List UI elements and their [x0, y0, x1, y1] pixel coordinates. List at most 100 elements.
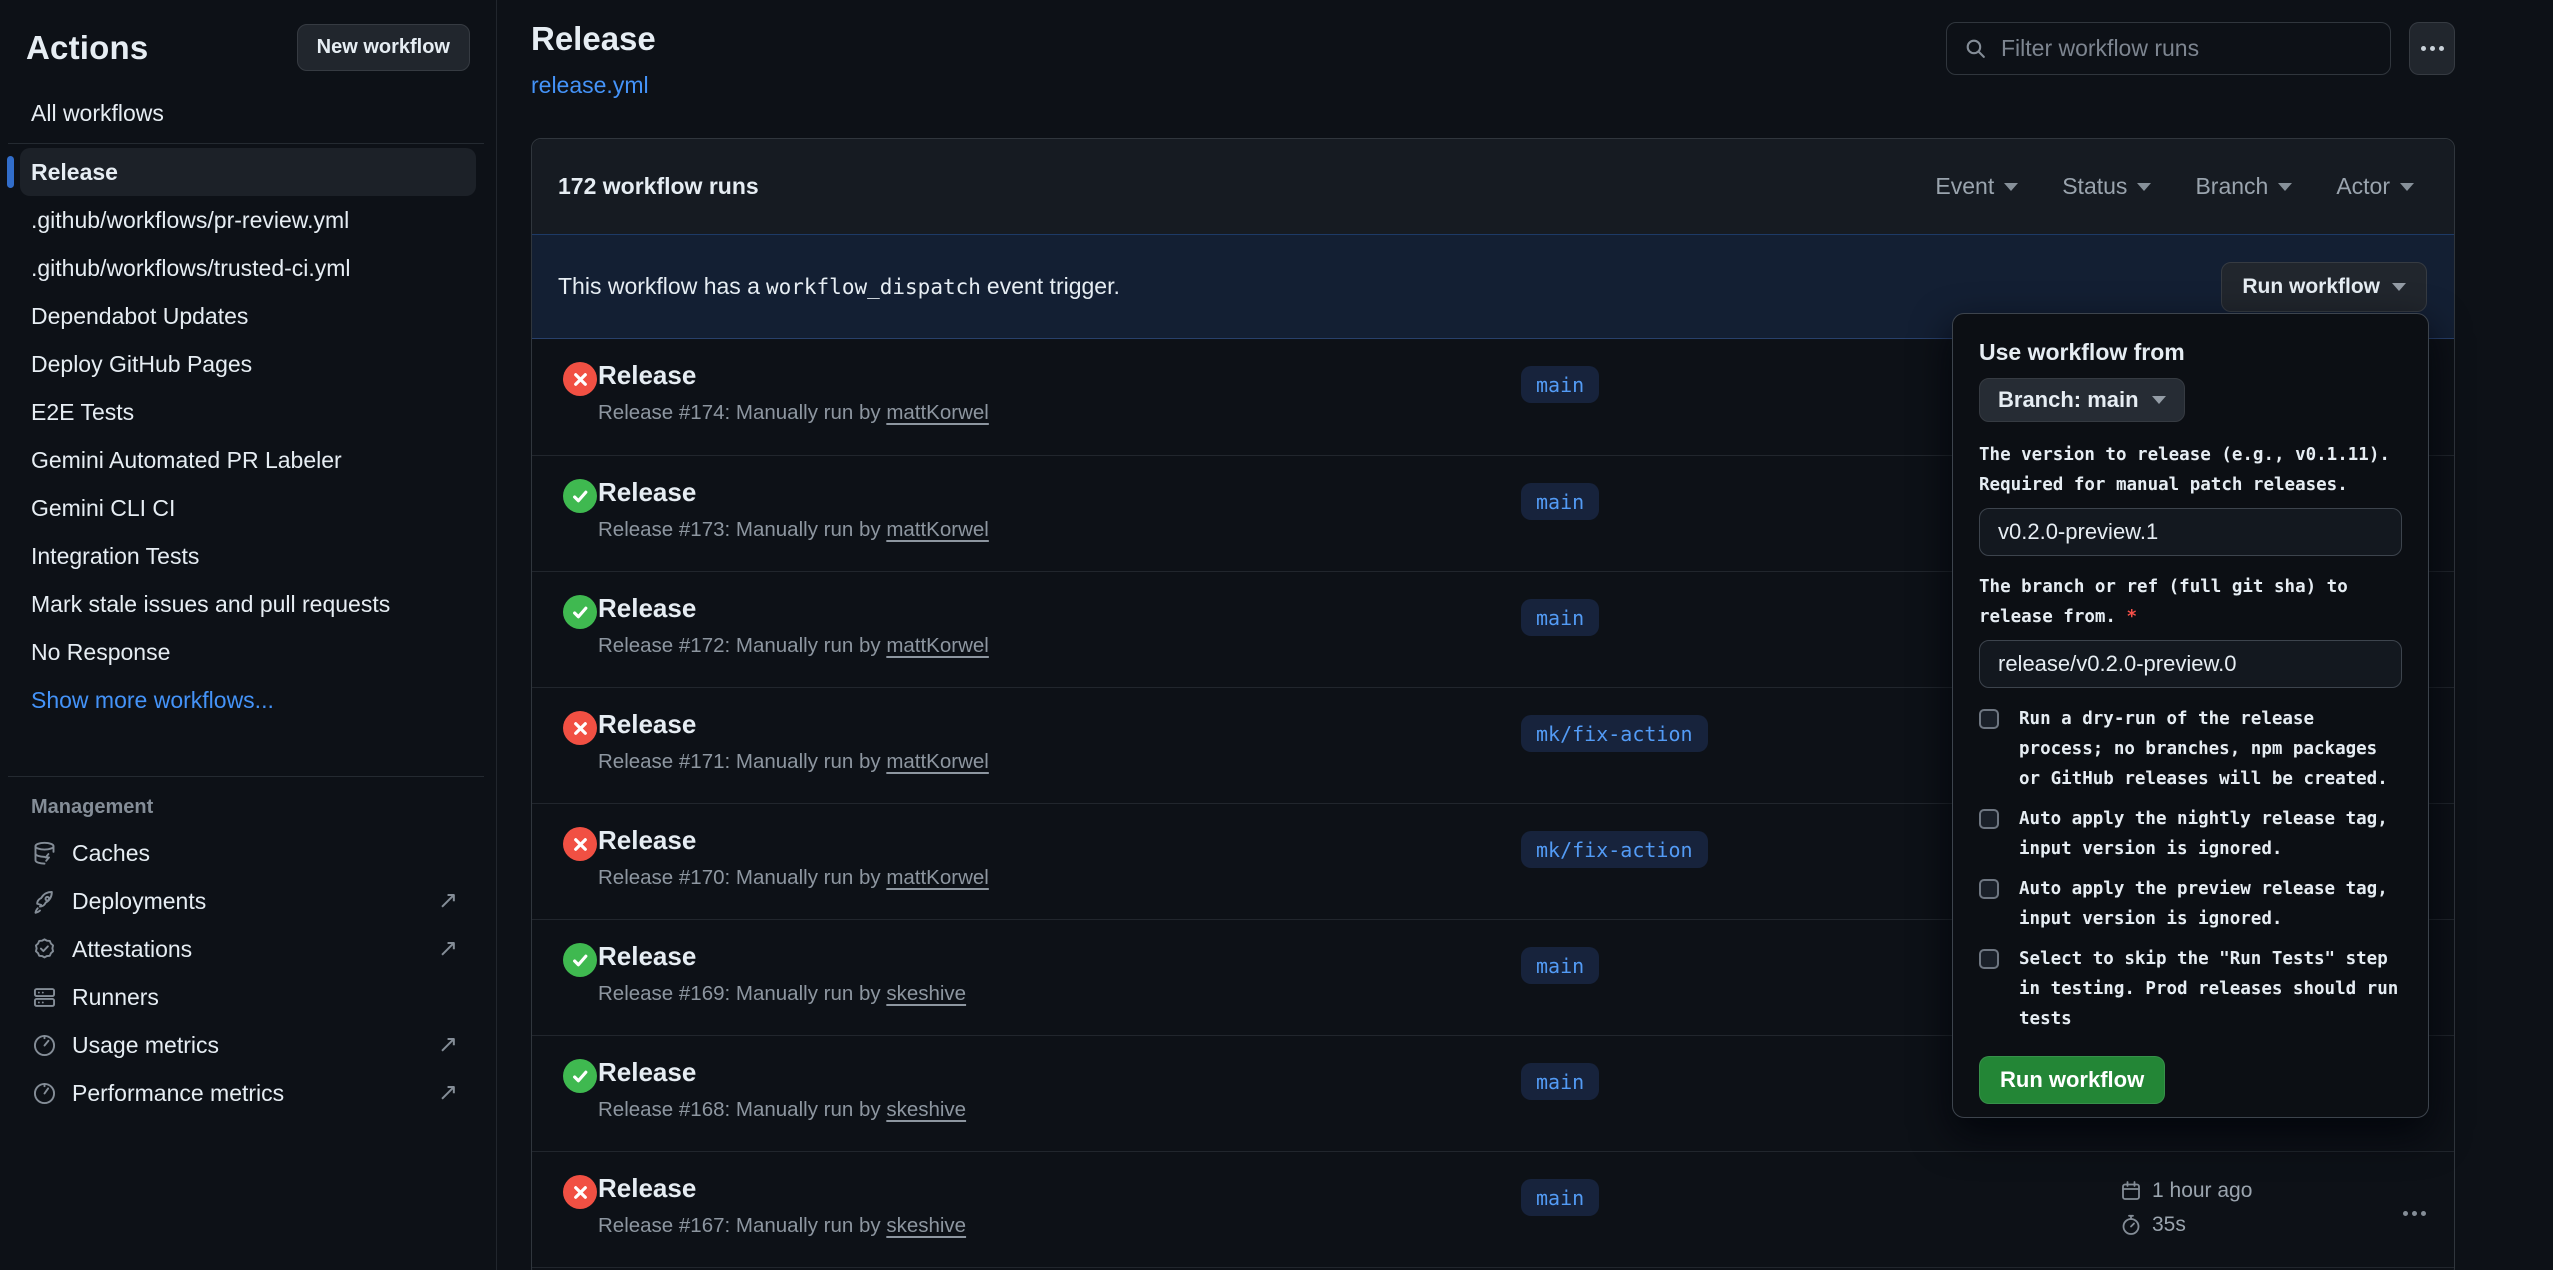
actor-link[interactable]: mattKorwel	[886, 401, 989, 424]
chevron-down-icon	[2137, 183, 2151, 191]
status-failure-icon	[563, 827, 597, 861]
branch-badge[interactable]: main	[1521, 1179, 1599, 1216]
sidebar-item-performance-metrics[interactable]: Performance metrics ↗	[0, 1069, 496, 1117]
dry-run-checkbox[interactable]	[1979, 709, 1999, 729]
run-title-link[interactable]: Release	[598, 709, 696, 740]
filter-workflow-runs-input[interactable]	[2001, 35, 2374, 62]
branch-badge[interactable]: main	[1521, 947, 1599, 984]
status-success-icon	[563, 479, 597, 513]
actor-filter-dropdown[interactable]: Actor	[2336, 173, 2414, 200]
actor-link[interactable]: skeshive	[886, 1098, 966, 1121]
sidebar-item-deployments[interactable]: Deployments ↗	[0, 877, 496, 925]
sidebar-item-label: Caches	[72, 840, 150, 867]
actor-link[interactable]: skeshive	[886, 1214, 966, 1237]
run-subtitle: Release #174: Manually run by mattKorwel	[598, 401, 989, 425]
checkbox-label: Auto apply the preview release tag, inpu…	[2019, 874, 2402, 934]
sidebar-item-attestations[interactable]: Attestations ↗	[0, 925, 496, 973]
status-success-icon	[563, 943, 597, 977]
version-input[interactable]	[1979, 508, 2402, 556]
sidebar-item-label: Usage metrics	[72, 1032, 219, 1059]
actor-link[interactable]: mattKorwel	[886, 750, 989, 773]
event-filter-dropdown[interactable]: Event	[1935, 173, 2018, 200]
run-workflow-submit-button[interactable]: Run workflow	[1979, 1056, 2165, 1104]
run-subtitle: Release #168: Manually run by skeshive	[598, 1098, 966, 1122]
sidebar-item-workflow[interactable]: Dependabot Updates	[0, 292, 496, 340]
sidebar-item-workflow[interactable]: Gemini CLI CI	[0, 484, 496, 532]
sidebar-divider	[8, 776, 484, 777]
branch-badge[interactable]: mk/fix-action	[1521, 831, 1708, 868]
run-title-link[interactable]: Release	[598, 1173, 696, 1204]
chevron-down-icon	[2152, 396, 2166, 404]
branch-badge[interactable]: main	[1521, 1063, 1599, 1100]
run-workflow-dropdown-button[interactable]: Run workflow	[2221, 262, 2427, 312]
branch-badge[interactable]: main	[1521, 599, 1599, 636]
required-asterisk: *	[2127, 607, 2138, 627]
sidebar-item-runners[interactable]: Runners	[0, 973, 496, 1021]
run-options-kebab-button[interactable]	[2394, 1206, 2434, 1220]
run-title-link[interactable]: Release	[598, 360, 696, 391]
checkbox-label: Select to skip the "Run Tests" step in t…	[2019, 944, 2402, 1034]
sidebar-item-workflow[interactable]: Deploy GitHub Pages	[0, 340, 496, 388]
actor-link[interactable]: mattKorwel	[886, 866, 989, 889]
checkbox-label: Auto apply the nightly release tag, inpu…	[2019, 804, 2402, 864]
sidebar-item-workflow[interactable]: Integration Tests	[0, 532, 496, 580]
chevron-down-icon	[2278, 183, 2292, 191]
server-icon	[31, 984, 58, 1011]
runs-count: 172 workflow runs	[558, 173, 759, 200]
sidebar-item-label: Performance metrics	[72, 1080, 284, 1107]
external-link-icon: ↗	[438, 1033, 458, 1057]
filter-workflow-runs-box	[1946, 22, 2391, 75]
skip-tests-checkbox[interactable]	[1979, 949, 1999, 969]
branch-filter-dropdown[interactable]: Branch	[2195, 173, 2292, 200]
sidebar-item-workflow[interactable]: E2E Tests	[0, 388, 496, 436]
all-workflows-link[interactable]: All workflows	[0, 93, 496, 133]
chevron-down-icon	[2004, 183, 2018, 191]
banner-text: This workflow has aworkflow_dispatcheven…	[558, 273, 1120, 300]
external-link-icon: ↗	[438, 889, 458, 913]
new-workflow-button[interactable]: New workflow	[297, 24, 470, 71]
workflow-options-kebab-button[interactable]	[2409, 22, 2455, 75]
status-filter-dropdown[interactable]: Status	[2062, 173, 2151, 200]
rocket-icon	[31, 888, 58, 915]
database-icon	[31, 840, 58, 867]
run-subtitle: Release #172: Manually run by mattKorwel	[598, 634, 989, 658]
preview-tag-checkbox[interactable]	[1979, 879, 1999, 899]
actor-link[interactable]: skeshive	[886, 982, 966, 1005]
nightly-tag-checkbox[interactable]	[1979, 809, 1999, 829]
run-title-link[interactable]: Release	[598, 477, 696, 508]
meter-icon	[31, 1080, 58, 1107]
run-title-link[interactable]: Release	[598, 1057, 696, 1088]
workflow-file-link[interactable]: release.yml	[531, 72, 649, 99]
sidebar-item-usage-metrics[interactable]: Usage metrics ↗	[0, 1021, 496, 1069]
ref-input[interactable]	[1979, 640, 2402, 688]
field-description: The version to release (e.g., v0.1.11). …	[1979, 440, 2402, 500]
management-section-label: Management	[0, 785, 496, 829]
show-more-workflows-link[interactable]: Show more workflows...	[0, 676, 496, 724]
sidebar-item-workflow[interactable]: .github/workflows/trusted-ci.yml	[0, 244, 496, 292]
actor-link[interactable]: mattKorwel	[886, 634, 989, 657]
sidebar-item-release[interactable]: Release	[20, 148, 476, 196]
workflow-run-row[interactable]: Release Release #167: Manually run by sk…	[532, 1151, 2454, 1267]
sidebar-item-label: Runners	[72, 984, 159, 1011]
sidebar-divider	[8, 143, 484, 144]
run-title-link[interactable]: Release	[598, 593, 696, 624]
preview-tag-checkbox-row: Auto apply the preview release tag, inpu…	[1979, 874, 2402, 934]
run-subtitle: Release #167: Manually run by skeshive	[598, 1214, 966, 1238]
workflow-dispatch-code: workflow_dispatch	[760, 275, 987, 299]
sidebar-item-workflow[interactable]: .github/workflows/pr-review.yml	[0, 196, 496, 244]
run-title-link[interactable]: Release	[598, 941, 696, 972]
sidebar-item-caches[interactable]: Caches	[0, 829, 496, 877]
actor-link[interactable]: mattKorwel	[886, 518, 989, 541]
branch-select-button[interactable]: Branch: main	[1979, 378, 2185, 422]
branch-badge[interactable]: main	[1521, 366, 1599, 403]
branch-badge[interactable]: main	[1521, 483, 1599, 520]
sidebar-item-workflow[interactable]: Gemini Automated PR Labeler	[0, 436, 496, 484]
external-link-icon: ↗	[438, 937, 458, 961]
chevron-down-icon	[2392, 283, 2406, 291]
kebab-icon	[2430, 46, 2435, 51]
sidebar-item-workflow[interactable]: Mark stale issues and pull requests	[0, 580, 496, 628]
actions-sidebar: Actions New workflow All workflows Relea…	[0, 0, 497, 1270]
branch-badge[interactable]: mk/fix-action	[1521, 715, 1708, 752]
sidebar-item-workflow[interactable]: No Response	[0, 628, 496, 676]
run-title-link[interactable]: Release	[598, 825, 696, 856]
